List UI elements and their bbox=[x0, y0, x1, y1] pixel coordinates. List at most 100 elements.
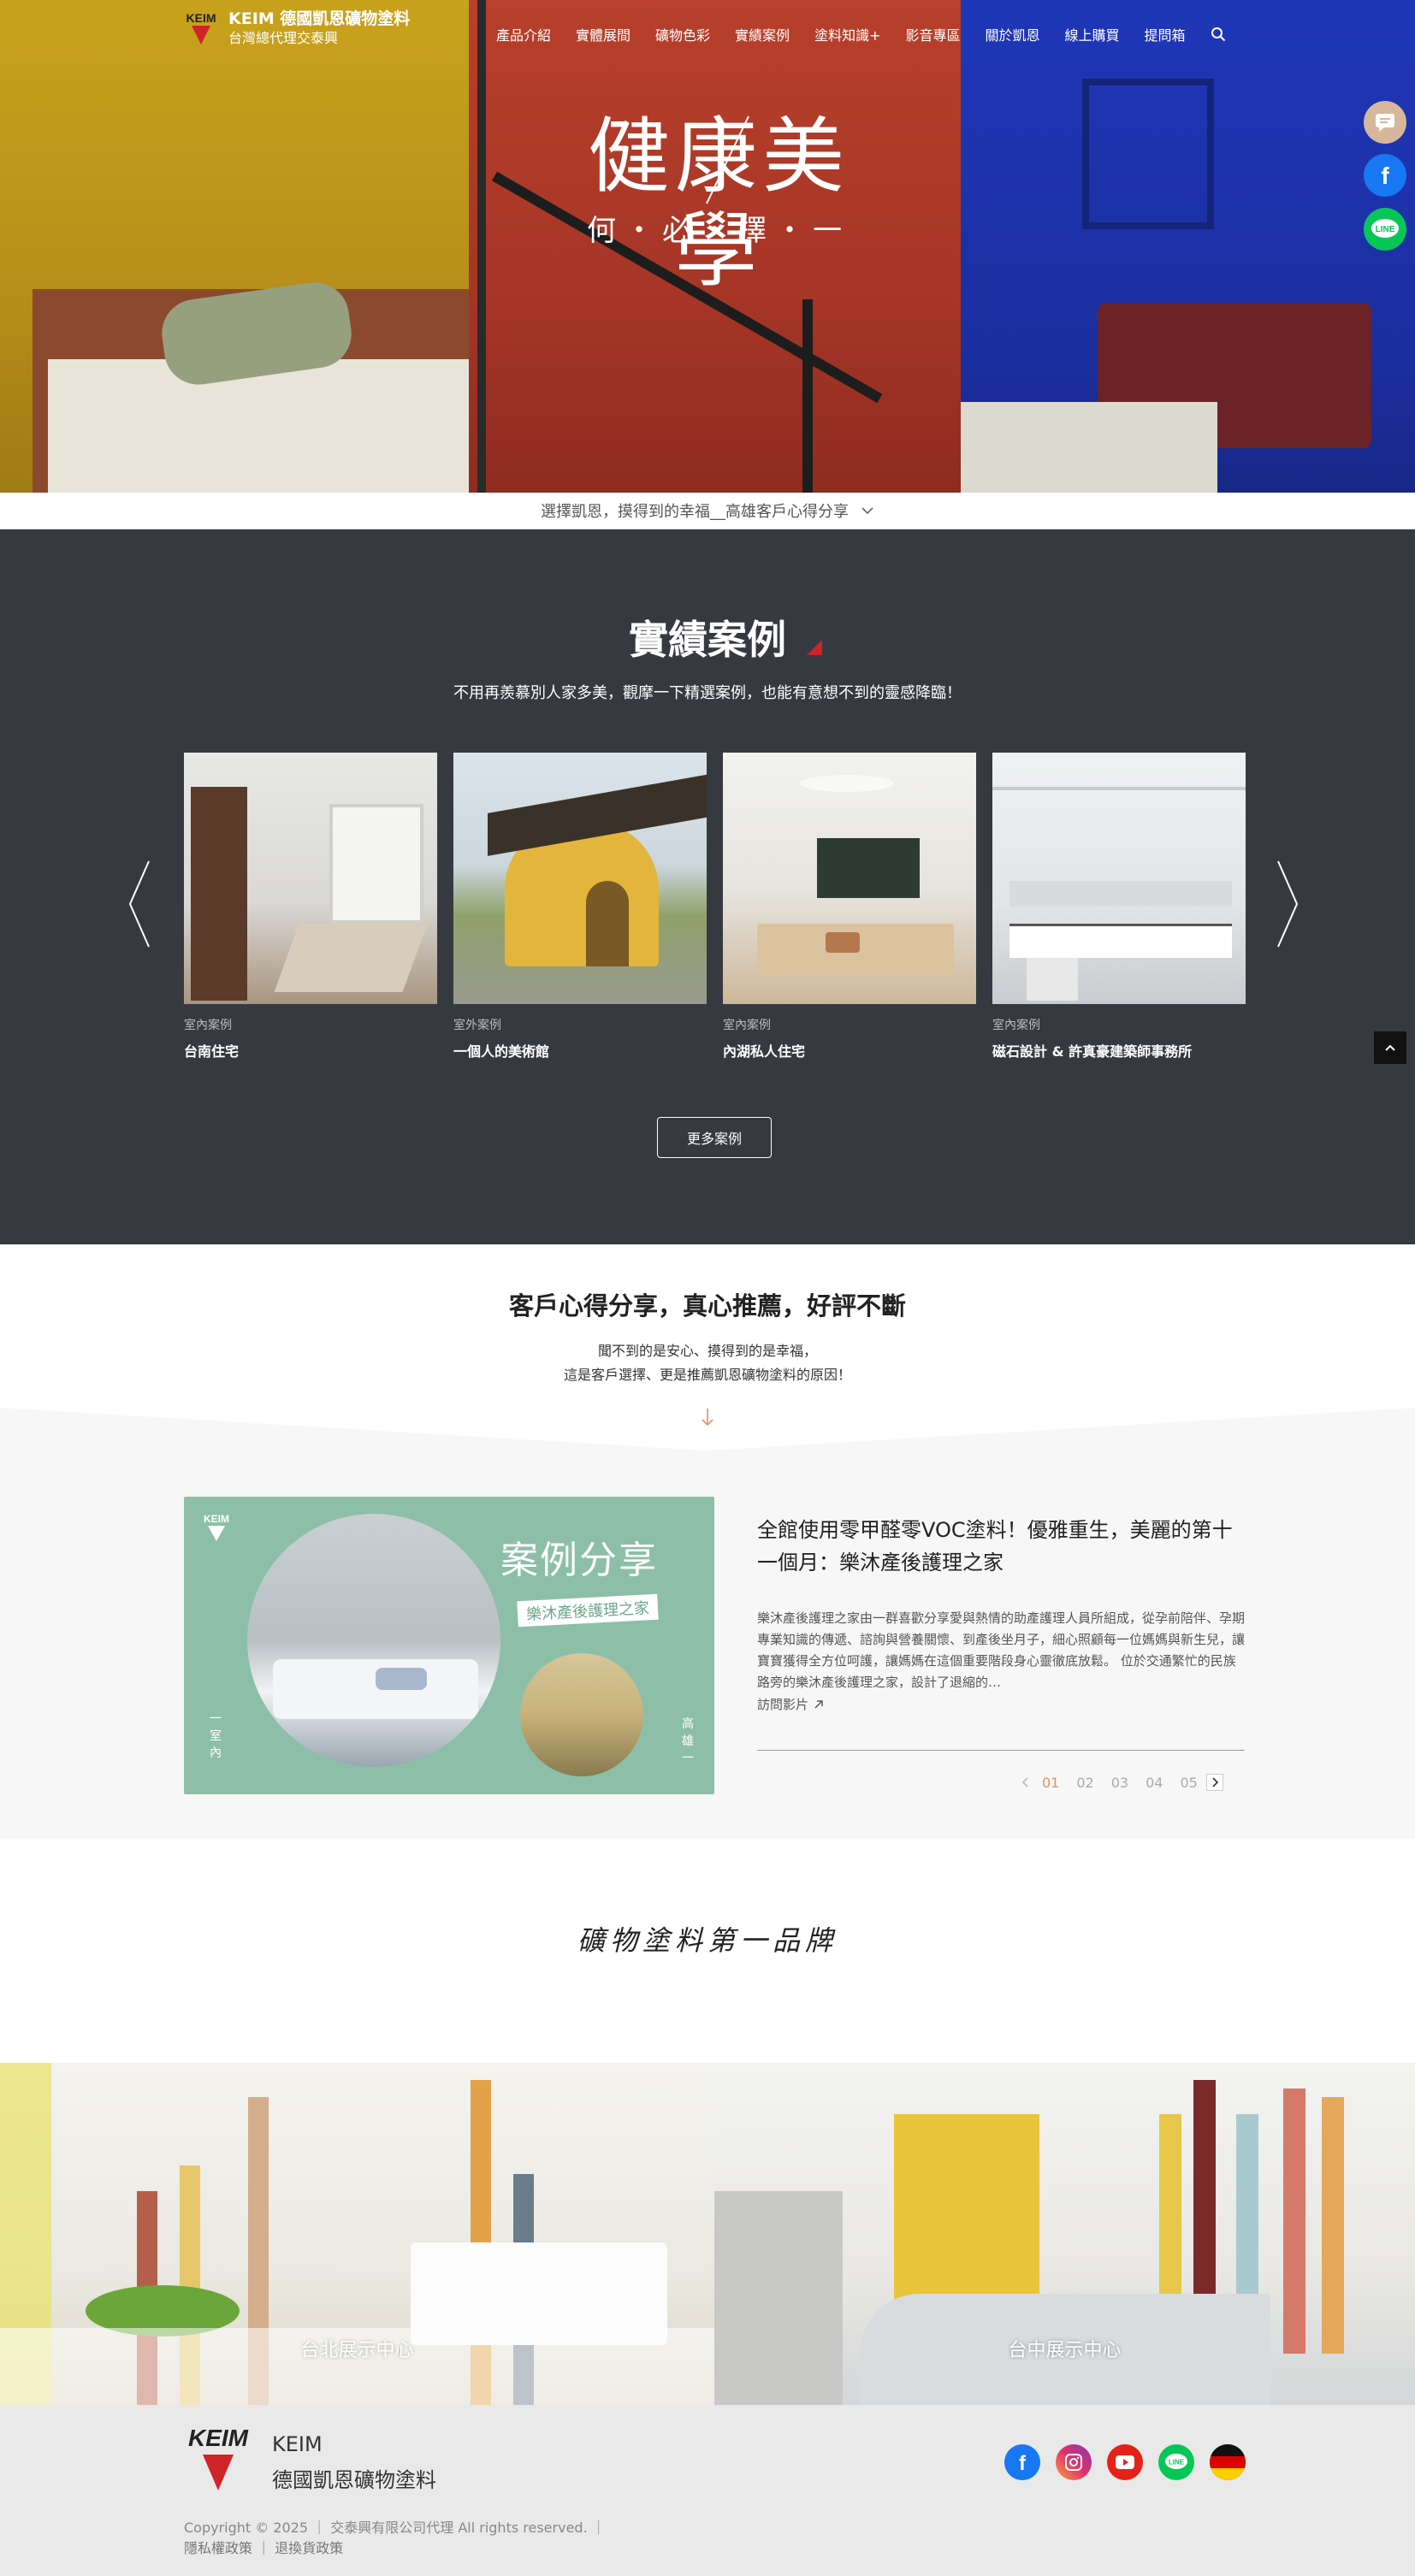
article-link-label[interactable]: 訪問影片 bbox=[757, 1695, 808, 1713]
nav-item-showroom[interactable]: 實體展間 bbox=[576, 24, 631, 44]
case-image[interactable] bbox=[723, 753, 976, 1004]
showroom-name[interactable]: 台北展示中心 bbox=[0, 2335, 714, 2362]
testimonial-desc-2: 這是客戶選擇、更是推薦凱恩礦物塗料的原因！ bbox=[563, 1367, 851, 1383]
arrow-down-icon bbox=[702, 1409, 713, 1427]
hero-panel-blue bbox=[961, 0, 1415, 493]
facebook-icon: f bbox=[1019, 2452, 1027, 2473]
line-float-button[interactable]: LINE bbox=[1364, 208, 1406, 251]
svg-text:LINE: LINE bbox=[1376, 225, 1395, 234]
nav-item-about[interactable]: 關於凱恩 bbox=[986, 24, 1040, 44]
nav-item-products[interactable]: 產品介紹 bbox=[496, 24, 551, 44]
chat-icon bbox=[1376, 114, 1394, 132]
hero-subtitle: 何・必・擇・一 bbox=[587, 214, 850, 248]
banner-side-left: 一室內 bbox=[210, 1712, 222, 1760]
more-cases-button[interactable]: 更多案例 bbox=[657, 1117, 772, 1158]
nav-item-qa[interactable]: 提問箱 bbox=[1145, 24, 1186, 44]
pager-next-icon[interactable] bbox=[1205, 1774, 1223, 1791]
case-name[interactable]: 內湖私人住宅 bbox=[723, 1040, 976, 1061]
brand-statement: 礦物塗料第一品牌 bbox=[577, 1924, 838, 1957]
keim-logo-icon: KEIM bbox=[186, 11, 216, 44]
brand-title: KEIM 德國凱恩礦物塗料 bbox=[228, 9, 411, 28]
nav-item-colors[interactable]: 礦物色彩 bbox=[655, 24, 710, 44]
pager-item[interactable]: 02 bbox=[1076, 1775, 1093, 1791]
svg-text:f: f bbox=[1381, 163, 1389, 187]
article-title[interactable]: 全館使用零甲醛零VOC塗料！優雅重生，美麗的第十一個月：樂沐產後護理之家 bbox=[757, 1514, 1245, 1579]
banner-title: 案例分享 bbox=[500, 1539, 658, 1582]
chevron-down-icon[interactable] bbox=[861, 506, 874, 515]
svg-text:LINE: LINE bbox=[1169, 2459, 1185, 2467]
footer-instagram-button[interactable] bbox=[1056, 2444, 1092, 2480]
case-image[interactable] bbox=[184, 753, 437, 1004]
testimonial-pager: 01 02 03 04 05 bbox=[1018, 1774, 1223, 1791]
footer-copyright: Copyright © 2025 ｜ 交泰興有限公司代理 All rights … bbox=[184, 2520, 606, 2536]
footer-facebook-button[interactable]: f bbox=[1004, 2444, 1040, 2480]
nav-item-videos[interactable]: 影音專區 bbox=[905, 24, 960, 44]
svg-text:KEIM: KEIM bbox=[188, 2425, 249, 2451]
external-link-icon bbox=[814, 1699, 823, 1708]
search-icon[interactable] bbox=[1211, 27, 1226, 42]
case-card[interactable]: 室內案例 內湖私人住宅 bbox=[723, 753, 976, 1061]
testimonial-desc-1: 聞不到的是安心、摸得到的是幸福， bbox=[597, 1343, 817, 1359]
youtube-icon bbox=[1116, 2455, 1134, 2469]
keim-logo-icon[interactable]: KEIM bbox=[184, 2424, 252, 2494]
brand-subtitle: 台灣總代理交泰興 bbox=[228, 30, 339, 46]
brand[interactable]: KEIM KEIM 德國凱恩礦物塗料 台灣總代理交泰興 bbox=[184, 9, 411, 48]
case-name[interactable]: 磁石設計 & 許真豪建築師事務所 bbox=[992, 1040, 1246, 1061]
footer-brand-zh: 德國凱恩礦物塗料 bbox=[272, 2468, 436, 2492]
hero-banner: KEIM KEIM 德國凱恩礦物塗料 台灣總代理交泰興 產品介紹 實體展間 礦物… bbox=[0, 0, 1415, 493]
banner-photo-circle-small bbox=[518, 1651, 646, 1779]
article-body: 樂沐產後護理之家由一群喜歡分享愛與熱情的助產護理人員所組成，從孕前陪伴、孕期專業… bbox=[757, 1610, 1246, 1690]
footer-line-button[interactable]: LINE bbox=[1158, 2444, 1194, 2480]
showroom-name[interactable]: 台中展示中心 bbox=[714, 2335, 1415, 2362]
hero-panel-yellow bbox=[0, 0, 469, 493]
germany-flag-icon bbox=[1210, 2444, 1246, 2480]
nav-item-shop[interactable]: 線上購買 bbox=[1065, 24, 1120, 44]
line-icon: LINE bbox=[1371, 219, 1399, 238]
instagram-icon bbox=[1065, 2454, 1082, 2471]
case-image[interactable] bbox=[992, 753, 1246, 1004]
banner-tag: 樂沐產後護理之家 bbox=[517, 1593, 659, 1628]
line-icon: LINE bbox=[1165, 2454, 1187, 2469]
carousel-prev-icon[interactable] bbox=[127, 860, 152, 948]
facebook-float-button[interactable]: f bbox=[1364, 154, 1406, 197]
testimonial-banner[interactable]: KEIM 案例分享 樂沐產後護理之家 一室內 高雄一 bbox=[184, 1497, 714, 1794]
showroom-taichung[interactable]: 台中展示中心 bbox=[714, 2063, 1415, 2405]
footer-policy-links[interactable]: 隱私權政策 ｜ 退換貨政策 bbox=[184, 2537, 343, 2557]
showroom-taipei[interactable]: 台北展示中心 bbox=[0, 2063, 714, 2405]
pager-prev-icon[interactable] bbox=[1018, 1775, 1033, 1790]
footer-germany-button[interactable] bbox=[1210, 2444, 1246, 2480]
footer-brand-en: KEIM bbox=[272, 2432, 323, 2456]
chat-button[interactable] bbox=[1364, 101, 1406, 144]
case-name[interactable]: 一個人的美術館 bbox=[453, 1040, 707, 1061]
testimonial-title: 客戶心得分享，真心推薦，好評不斷 bbox=[508, 1291, 906, 1320]
case-name[interactable]: 台南住宅 bbox=[184, 1040, 437, 1061]
pager-item-active[interactable]: 01 bbox=[1042, 1775, 1059, 1791]
case-category: 室內案例 bbox=[992, 1019, 1040, 1032]
footer-youtube-button[interactable] bbox=[1107, 2444, 1143, 2480]
carousel-next-icon[interactable] bbox=[1275, 860, 1300, 948]
pager-item[interactable]: 05 bbox=[1180, 1775, 1197, 1791]
hero-slash-decoration bbox=[706, 115, 749, 204]
case-card[interactable]: 室內案例 台南住宅 bbox=[184, 753, 437, 1061]
case-card[interactable]: 室外案例 一個人的美術館 bbox=[453, 753, 707, 1061]
cases-title: 實績案例 bbox=[629, 617, 786, 663]
announcement-text[interactable]: 選擇凱恩，摸得到的幸福__高雄客戶心得分享 bbox=[541, 499, 849, 522]
announcement-bar[interactable]: 選擇凱恩，摸得到的幸福__高雄客戶心得分享 bbox=[0, 493, 1415, 529]
facebook-icon: f bbox=[1381, 163, 1389, 187]
case-category: 室內案例 bbox=[723, 1019, 771, 1032]
case-image[interactable] bbox=[453, 753, 707, 1004]
article-divider bbox=[757, 1750, 1245, 1751]
pager-item[interactable]: 04 bbox=[1146, 1775, 1163, 1791]
article-link[interactable]: 訪問影片 bbox=[757, 1695, 824, 1713]
keim-logo-icon: KEIM bbox=[204, 1513, 229, 1541]
case-category: 室外案例 bbox=[453, 1019, 501, 1032]
main-nav: 產品介紹 實體展間 礦物色彩 實績案例 塗料知識+ 影音專區 關於凱恩 線上購買… bbox=[496, 24, 1226, 44]
cases-subtitle: 不用再羨慕別人家多美，觀摩一下精選案例，也能有意想不到的靈感降臨！ bbox=[453, 684, 962, 702]
title-triangle-decoration bbox=[807, 640, 822, 655]
svg-text:f: f bbox=[1019, 2452, 1027, 2473]
back-to-top-button[interactable] bbox=[1374, 1031, 1406, 1064]
case-card[interactable]: 室內案例 磁石設計 & 許真豪建築師事務所 bbox=[992, 753, 1246, 1061]
nav-item-knowledge[interactable]: 塗料知識+ bbox=[814, 24, 880, 44]
nav-item-cases[interactable]: 實績案例 bbox=[735, 24, 790, 44]
pager-item[interactable]: 03 bbox=[1111, 1775, 1128, 1791]
